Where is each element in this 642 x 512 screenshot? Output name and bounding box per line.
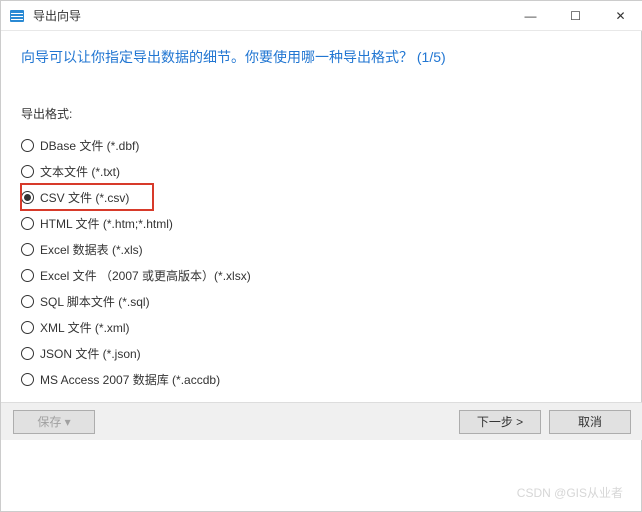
radio-icon[interactable]	[21, 191, 34, 204]
format-label: 导出格式:	[21, 105, 623, 122]
radio-icon[interactable]	[21, 243, 34, 256]
watermark: CSDN @GIS从业者	[517, 484, 623, 501]
window-title: 导出向导	[33, 7, 81, 24]
format-option-2[interactable]: CSV 文件 (*.csv)	[21, 184, 153, 210]
maximize-button[interactable]: ☐	[553, 1, 598, 31]
format-option-8[interactable]: JSON 文件 (*.json)	[21, 340, 623, 366]
app-icon	[9, 8, 25, 24]
cancel-button[interactable]: 取消	[549, 410, 631, 434]
format-option-4[interactable]: Excel 数据表 (*.xls)	[21, 236, 623, 262]
format-option-3[interactable]: HTML 文件 (*.htm;*.html)	[21, 210, 623, 236]
radio-icon[interactable]	[21, 321, 34, 334]
radio-icon[interactable]	[21, 165, 34, 178]
format-option-0[interactable]: DBase 文件 (*.dbf)	[21, 132, 623, 158]
format-option-7[interactable]: XML 文件 (*.xml)	[21, 314, 623, 340]
format-option-1[interactable]: 文本文件 (*.txt)	[21, 158, 623, 184]
content-area: 向导可以让你指定导出数据的细节。你要使用哪一种导出格式？ (1/5) 导出格式:…	[1, 31, 642, 402]
radio-icon[interactable]	[21, 269, 34, 282]
format-option-label: HTML 文件 (*.htm;*.html)	[40, 215, 173, 232]
footer: 保存 ▾ 下一步 > 取消	[1, 402, 642, 440]
format-option-label: Excel 数据表 (*.xls)	[40, 241, 143, 258]
format-option-6[interactable]: SQL 脚本文件 (*.sql)	[21, 288, 623, 314]
radio-icon[interactable]	[21, 295, 34, 308]
format-option-label: JSON 文件 (*.json)	[40, 345, 141, 362]
format-option-label: 文本文件 (*.txt)	[40, 163, 120, 180]
radio-icon[interactable]	[21, 139, 34, 152]
format-option-5[interactable]: Excel 文件 （2007 或更高版本）(*.xlsx)	[21, 262, 623, 288]
minimize-button[interactable]: —	[508, 1, 553, 31]
save-button[interactable]: 保存 ▾	[13, 410, 95, 434]
radio-icon[interactable]	[21, 373, 34, 386]
format-option-label: SQL 脚本文件 (*.sql)	[40, 293, 150, 310]
title-bar: 导出向导 — ☐ ✕	[1, 1, 642, 31]
format-option-label: Excel 文件 （2007 或更高版本）(*.xlsx)	[40, 267, 251, 284]
format-option-label: DBase 文件 (*.dbf)	[40, 137, 139, 154]
format-list: DBase 文件 (*.dbf) 文本文件 (*.txt) CSV 文件 (*.cs…	[21, 132, 623, 392]
next-button[interactable]: 下一步 >	[459, 410, 541, 434]
radio-icon[interactable]	[21, 217, 34, 230]
format-option-9[interactable]: MS Access 2007 数据库 (*.accdb)	[21, 366, 623, 392]
close-button[interactable]: ✕	[598, 1, 642, 31]
format-option-label: XML 文件 (*.xml)	[40, 319, 130, 336]
radio-icon[interactable]	[21, 347, 34, 360]
format-option-label: CSV 文件 (*.csv)	[40, 189, 129, 206]
format-option-label: MS Access 2007 数据库 (*.accdb)	[40, 371, 220, 388]
wizard-prompt: 向导可以让你指定导出数据的细节。你要使用哪一种导出格式？ (1/5)	[21, 47, 623, 67]
